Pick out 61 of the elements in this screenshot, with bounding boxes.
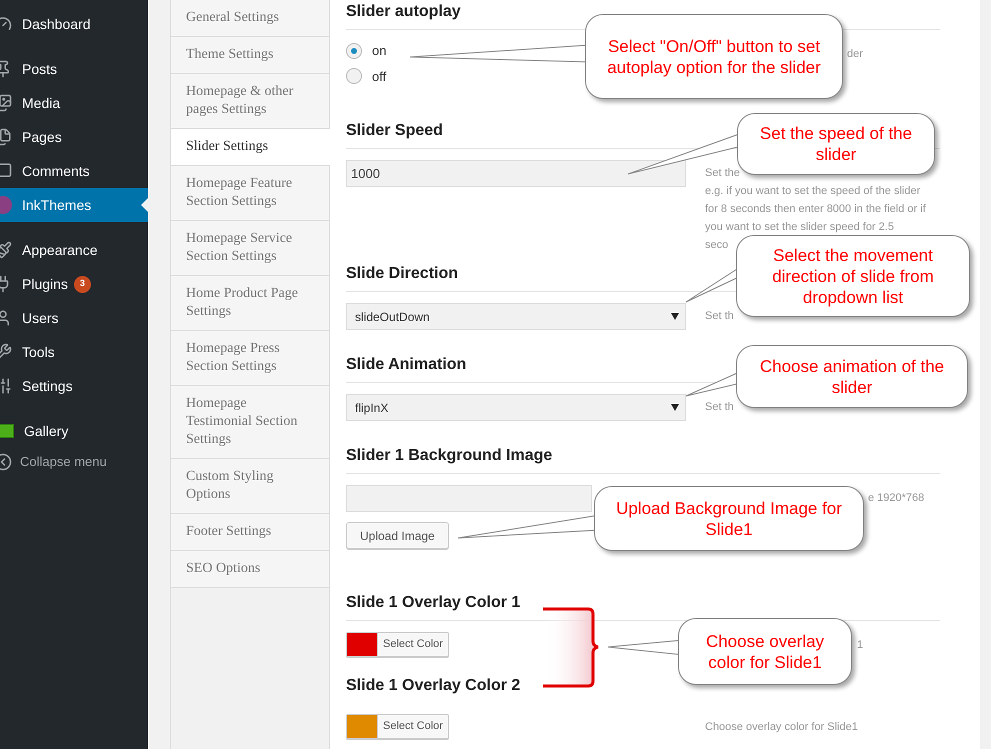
settings-tab[interactable]: Home Product Page Settings [171,276,330,331]
field-description: der [847,47,863,62]
settings-tab[interactable]: Custom Styling Options [171,459,330,514]
settings-tab[interactable]: Slider Settings [171,129,331,166]
sidebar-item[interactable]: Plugins 3 [0,267,148,301]
section-heading: Slide 1 Overlay Color 1 [346,593,520,613]
callout-bubble: Upload Background Image for Slide1 [594,486,864,551]
field-description: Set the [705,166,740,181]
sidebar-item[interactable]: Comments [0,154,148,188]
sidebar-item[interactable]: Media [0,86,148,120]
caret-icon [671,313,679,320]
settings-tab[interactable]: Homepage Service Section Settings [171,221,330,276]
section-heading: Slide 1 Overlay Color 2 [346,676,520,696]
settings-tab[interactable]: SEO Options [171,551,330,588]
sidebar-item[interactable]: Pages [0,120,148,154]
section-heading: Slider Speed [346,121,443,141]
callout-bubble: Choose overlay color for Slide1 [678,618,852,685]
section-heading: Slide Direction [346,264,458,284]
radio-option[interactable]: on [346,41,386,60]
settings-tab[interactable]: Theme Settings [171,37,330,74]
upload-image-button[interactable]: Upload Image [346,522,449,549]
field-description: you want to set the slider speed for 2.5 [705,220,894,235]
gallery-icon [0,424,14,438]
settings-tab[interactable]: Homepage Feature Section Settings [171,166,330,221]
section-heading: Slider autoplay [346,2,461,22]
count-badge: 3 [74,276,91,292]
sidebar-item[interactable]: Posts [0,52,148,86]
dropdown[interactable]: slideOutDown [346,303,686,330]
collapse-menu-button[interactable]: Collapse menu [0,450,148,474]
settings-tab[interactable]: General Settings [171,0,330,37]
color-picker-button[interactable]: Select Color [346,714,449,739]
sidebar-item[interactable]: Tools [0,335,148,369]
speed-field[interactable]: 1000 [346,160,686,187]
field-description: seco [705,238,728,253]
sidebar-item[interactable]: Gallery [0,414,148,448]
callout-bubble: Choose animation of the slider [736,345,968,408]
section-heading: Slide Animation [346,355,466,375]
sidebar-item[interactable]: Settings [0,369,148,403]
callout-bubble: Select "On/Off" button to set autoplay option for the slider [585,14,843,99]
sidebar-item[interactable]: Dashboard [0,7,148,41]
field-description: 1 [857,638,864,653]
section-heading: Slider 1 Background Image [346,446,552,466]
sidebar-item[interactable]: Users [0,301,148,335]
field-description: Set th [705,400,734,415]
caret-icon [671,404,679,411]
field-description: e.g. if you want to set the speed of the slider [705,184,920,199]
settings-tab[interactable]: Footer Settings [171,514,330,551]
field-description: Choose overlay color for Slide1 [705,720,858,735]
image-url-field[interactable] [346,485,592,512]
sidebar-item[interactable]: Appearance [0,233,148,267]
field-description: for 8 seconds then enter 8000 in the field or if [705,202,926,217]
field-description: Set th [705,309,734,324]
sidebar-item[interactable]: InkThemes [0,188,148,222]
dropdown[interactable]: flipInX [346,394,686,421]
current-notch-icon [141,198,148,212]
settings-tab[interactable]: Homepage Press Section Settings [171,331,330,386]
settings-tab[interactable]: Homepage Testimonial Section Settings [171,386,330,459]
radio-option[interactable]: off [346,66,386,86]
field-description: e 1920*768 [868,491,924,506]
color-picker-button[interactable]: Select Color [346,632,449,657]
settings-tab[interactable]: Homepage & other pages Settings [171,74,330,129]
